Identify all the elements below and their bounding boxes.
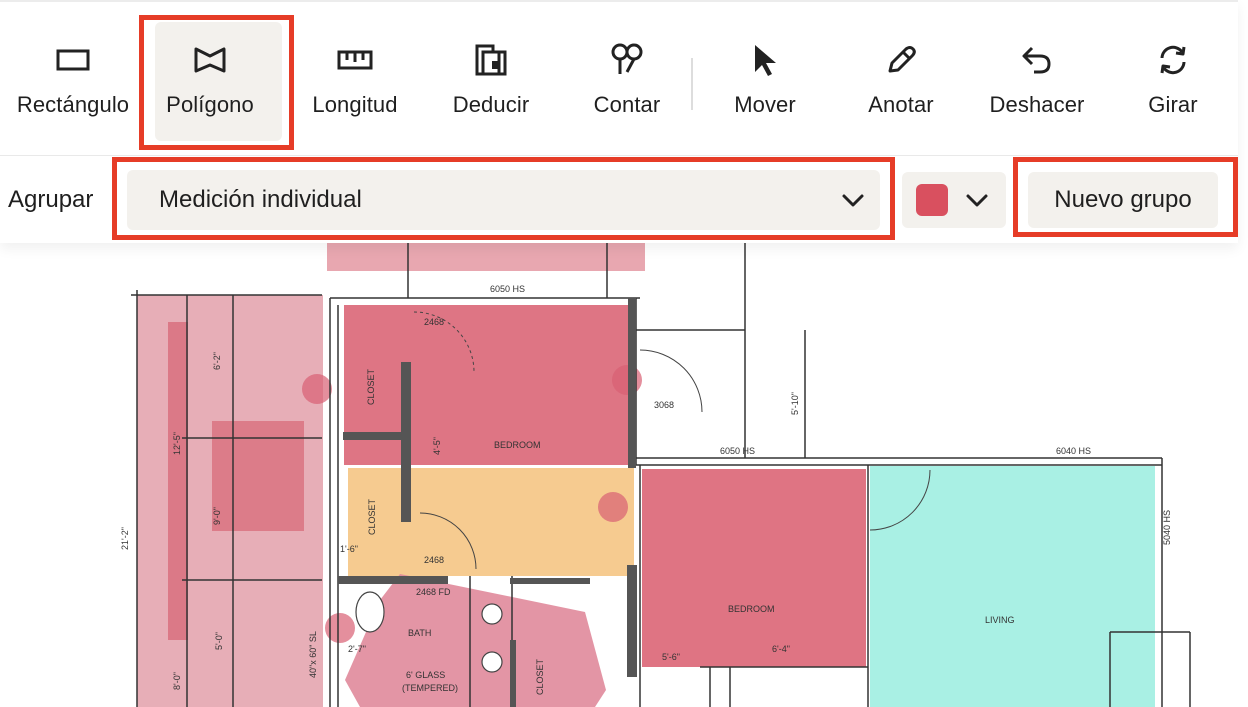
plan-label: 5040 HS xyxy=(1162,510,1172,545)
plan-label: 12'-5" xyxy=(172,432,182,455)
tool-count-button[interactable]: Contar xyxy=(560,18,694,148)
tool-length-button[interactable]: Longitud xyxy=(288,18,422,148)
plan-label: 5'-6" xyxy=(662,652,680,662)
ruler-icon xyxy=(337,42,373,78)
tool-label: Polígono xyxy=(166,92,254,117)
rotate-icon xyxy=(1156,42,1190,78)
plan-label: 1'-6" xyxy=(340,544,358,554)
tool-deduct-button[interactable]: Deducir xyxy=(424,18,558,148)
plan-label: 6'-2" xyxy=(212,352,222,370)
vertex-handle[interactable] xyxy=(598,492,628,522)
plan-label: 6040 HS xyxy=(1056,446,1091,456)
group-color-picker[interactable] xyxy=(902,172,1006,228)
tool-label: Girar xyxy=(1148,92,1198,117)
vertex-handle[interactable] xyxy=(302,374,332,404)
plan-label: 4'-5" xyxy=(432,437,442,455)
tool-rectangle-button[interactable]: Rectángulo xyxy=(6,18,140,148)
plan-label: 6'-4" xyxy=(772,644,790,654)
chevron-down-icon xyxy=(964,188,990,217)
tool-label: Deducir xyxy=(452,92,530,117)
tool-rotate-button[interactable]: Girar xyxy=(1106,18,1240,148)
plan-label: 21'-2" xyxy=(120,527,130,550)
plan-label: 40"x 60" SL xyxy=(308,631,318,678)
plan-label: CLOSET xyxy=(535,658,545,695)
plan-label: 6050 HS xyxy=(490,284,525,294)
measurement-bedroom-mid[interactable] xyxy=(642,469,866,667)
active-tool-background xyxy=(155,22,282,141)
measurement-bedroom-top[interactable] xyxy=(344,305,628,465)
pen-icon xyxy=(884,42,918,78)
tool-annotate-button[interactable]: Anotar xyxy=(834,18,968,148)
tool-label: Mover xyxy=(734,92,796,117)
undo-icon xyxy=(1020,42,1054,78)
top-border xyxy=(0,0,1238,2)
tool-label: Rectángulo xyxy=(16,92,130,117)
count-icon xyxy=(609,42,645,78)
tool-polygon-button[interactable]: Polígono xyxy=(143,18,282,148)
rectangle-icon xyxy=(56,42,90,78)
group-select-dropdown[interactable]: Medición individual xyxy=(127,170,880,230)
plan-label: BEDROOM xyxy=(494,440,541,450)
measurement-bath-polygon[interactable] xyxy=(345,574,606,707)
color-swatch xyxy=(916,184,948,216)
deduct-icon xyxy=(473,42,509,78)
plan-label: CLOSET xyxy=(367,498,377,535)
plan-label: BEDROOM xyxy=(728,604,775,614)
plan-label: BATH xyxy=(408,628,431,638)
tool-label: Longitud xyxy=(312,92,398,117)
plan-label: 8'-0" xyxy=(172,672,182,690)
plan-label: 6050 HS xyxy=(720,446,755,456)
chevron-down-icon xyxy=(840,188,866,217)
plan-label: 9'-0" xyxy=(212,507,222,525)
tool-label: Anotar xyxy=(868,92,934,117)
plan-label: 6' GLASS xyxy=(406,670,445,680)
new-group-button[interactable]: Nuevo grupo xyxy=(1028,172,1218,228)
measurement-closet-yellow[interactable] xyxy=(348,468,634,576)
plan-label: 5'-0" xyxy=(214,632,224,650)
cursor-arrow-icon xyxy=(750,42,780,78)
tool-label: Deshacer xyxy=(989,92,1085,117)
plan-label: CLOSET xyxy=(366,368,376,405)
plan-label: 2'-7" xyxy=(348,644,366,654)
group-label: Agrupar xyxy=(8,186,94,213)
plan-label: 2468 FD xyxy=(416,587,451,597)
tool-label: Contar xyxy=(593,92,661,117)
measurement-living[interactable] xyxy=(870,466,1155,707)
plan-label: 3068 xyxy=(654,400,674,410)
vertex-handle[interactable] xyxy=(612,365,642,395)
plan-label: 5'-10" xyxy=(790,392,800,415)
toolbar-row-divider xyxy=(0,155,1238,156)
tool-undo-button[interactable]: Deshacer xyxy=(970,18,1104,148)
measurement-toolbar: Rectángulo Polígono Longitud Deducir Con… xyxy=(0,0,1238,243)
plan-label: 2468 xyxy=(424,317,444,327)
tool-move-button[interactable]: Mover xyxy=(698,18,832,148)
polygon-icon xyxy=(192,42,228,78)
plan-label: 2468 xyxy=(424,555,444,565)
plan-label: (TEMPERED) xyxy=(402,683,458,693)
toolbar-divider xyxy=(691,58,693,110)
group-select-value: Medición individual xyxy=(159,186,362,213)
measurement-left-inner[interactable] xyxy=(168,322,188,640)
plan-label: LIVING xyxy=(985,615,1015,625)
